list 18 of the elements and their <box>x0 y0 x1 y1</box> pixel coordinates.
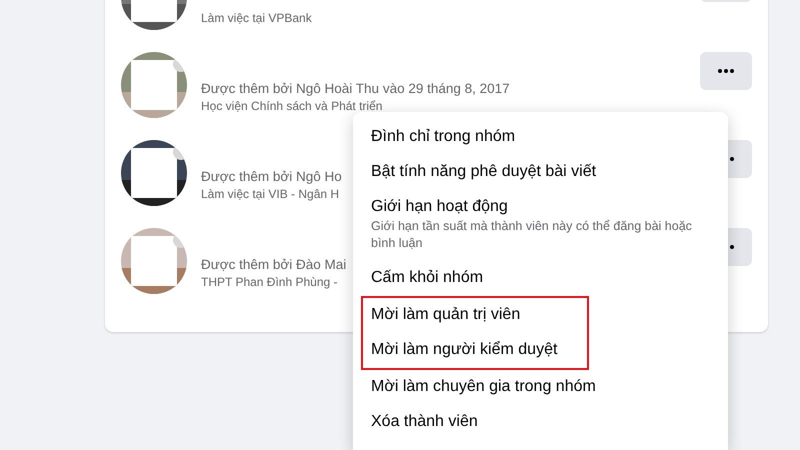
menu-item[interactable]: Xóa thành viên <box>353 405 728 440</box>
member-added-by: Được thêm bởi Ngô Hoài Thu vào 29 tháng 8, 2017 <box>201 81 510 96</box>
menu-item[interactable]: Mời làm người kiểm duyệt <box>363 333 576 368</box>
menu-item[interactable]: Bật tính năng phê duyệt bài viết <box>353 155 728 190</box>
menu-item[interactable]: Đình chỉ trong nhóm <box>353 120 728 155</box>
menu-item-description: Giới hạn tần suất mà thành viên này có thể đăng bài hoặc bình luận <box>371 218 693 252</box>
member-detail: THPT Phan Đình Phùng - <box>201 275 338 289</box>
more-button[interactable] <box>700 52 752 90</box>
member-detail: Làm việc tại VIB - Ngân H <box>201 187 340 201</box>
more-icon <box>718 69 734 73</box>
member-detail: Làm việc tại VPBank <box>201 11 312 25</box>
menu-item[interactable]: Giới hạn hoạt động Giới hạn tần suất mà thành viên này có thể đăng bài hoặc bình luận <box>353 190 728 261</box>
member-added-by: Được thêm bởi Đào Mai <box>201 257 346 272</box>
menu-item[interactable]: Mời làm quản trị viên <box>363 298 576 333</box>
menu-item[interactable]: Cấm khỏi nhóm <box>353 261 728 296</box>
menu-item[interactable]: Mời làm chuyên gia trong nhóm <box>353 370 728 405</box>
member-added-by: Được thêm bởi Ngô Ho <box>201 169 342 184</box>
member-detail: Học viện Chính sách và Phát triển <box>201 99 382 113</box>
